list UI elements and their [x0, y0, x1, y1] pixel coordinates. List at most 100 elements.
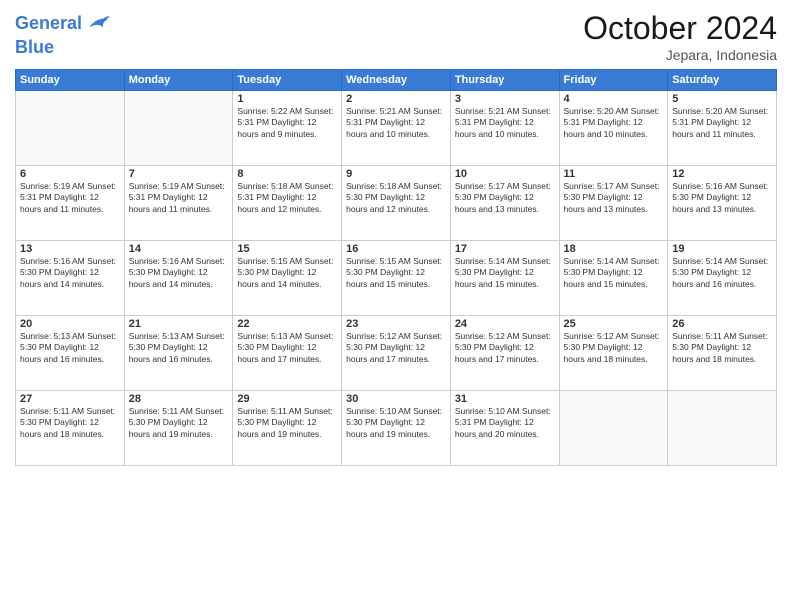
day-info: Sunrise: 5:14 AM Sunset: 5:30 PM Dayligh…: [564, 256, 664, 290]
header: General Blue October 2024 Jepara, Indone…: [15, 10, 777, 63]
day-info: Sunrise: 5:18 AM Sunset: 5:30 PM Dayligh…: [346, 181, 446, 215]
day-info: Sunrise: 5:17 AM Sunset: 5:30 PM Dayligh…: [455, 181, 555, 215]
title-area: October 2024 Jepara, Indonesia: [583, 10, 777, 63]
column-header-thursday: Thursday: [450, 70, 559, 91]
day-number: 30: [346, 393, 446, 405]
month-title: October 2024: [583, 10, 777, 47]
day-number: 7: [129, 168, 229, 180]
calendar-cell: 22Sunrise: 5:13 AM Sunset: 5:30 PM Dayli…: [233, 316, 342, 391]
day-number: 3: [455, 93, 555, 105]
calendar-cell: 8Sunrise: 5:18 AM Sunset: 5:31 PM Daylig…: [233, 166, 342, 241]
day-number: 17: [455, 243, 555, 255]
calendar-cell: 30Sunrise: 5:10 AM Sunset: 5:30 PM Dayli…: [342, 391, 451, 466]
calendar-cell: 4Sunrise: 5:20 AM Sunset: 5:31 PM Daylig…: [559, 91, 668, 166]
page: General Blue October 2024 Jepara, Indone…: [0, 0, 792, 612]
day-number: 5: [672, 93, 772, 105]
day-number: 15: [237, 243, 337, 255]
calendar-cell: [124, 91, 233, 166]
day-number: 6: [20, 168, 120, 180]
calendar-cell: 5Sunrise: 5:20 AM Sunset: 5:31 PM Daylig…: [668, 91, 777, 166]
calendar-cell: 10Sunrise: 5:17 AM Sunset: 5:30 PM Dayli…: [450, 166, 559, 241]
day-number: 16: [346, 243, 446, 255]
column-header-wednesday: Wednesday: [342, 70, 451, 91]
calendar-cell: 1Sunrise: 5:22 AM Sunset: 5:31 PM Daylig…: [233, 91, 342, 166]
calendar-cell: 27Sunrise: 5:11 AM Sunset: 5:30 PM Dayli…: [16, 391, 125, 466]
day-info: Sunrise: 5:19 AM Sunset: 5:31 PM Dayligh…: [129, 181, 229, 215]
day-info: Sunrise: 5:22 AM Sunset: 5:31 PM Dayligh…: [237, 106, 337, 140]
day-number: 24: [455, 318, 555, 330]
day-info: Sunrise: 5:19 AM Sunset: 5:31 PM Dayligh…: [20, 181, 120, 215]
day-info: Sunrise: 5:11 AM Sunset: 5:30 PM Dayligh…: [237, 406, 337, 440]
calendar-cell: 9Sunrise: 5:18 AM Sunset: 5:30 PM Daylig…: [342, 166, 451, 241]
calendar-cell: 6Sunrise: 5:19 AM Sunset: 5:31 PM Daylig…: [16, 166, 125, 241]
day-number: 13: [20, 243, 120, 255]
day-info: Sunrise: 5:14 AM Sunset: 5:30 PM Dayligh…: [455, 256, 555, 290]
location: Jepara, Indonesia: [583, 47, 777, 63]
calendar-cell: [668, 391, 777, 466]
column-header-monday: Monday: [124, 70, 233, 91]
column-header-tuesday: Tuesday: [233, 70, 342, 91]
day-info: Sunrise: 5:15 AM Sunset: 5:30 PM Dayligh…: [346, 256, 446, 290]
day-number: 12: [672, 168, 772, 180]
calendar-cell: 2Sunrise: 5:21 AM Sunset: 5:31 PM Daylig…: [342, 91, 451, 166]
calendar-header-row: SundayMondayTuesdayWednesdayThursdayFrid…: [16, 70, 777, 91]
day-number: 14: [129, 243, 229, 255]
day-number: 19: [672, 243, 772, 255]
day-number: 4: [564, 93, 664, 105]
calendar-cell: 28Sunrise: 5:11 AM Sunset: 5:30 PM Dayli…: [124, 391, 233, 466]
week-row-2: 6Sunrise: 5:19 AM Sunset: 5:31 PM Daylig…: [16, 166, 777, 241]
calendar-cell: [559, 391, 668, 466]
day-number: 22: [237, 318, 337, 330]
day-info: Sunrise: 5:10 AM Sunset: 5:31 PM Dayligh…: [455, 406, 555, 440]
calendar-cell: 19Sunrise: 5:14 AM Sunset: 5:30 PM Dayli…: [668, 241, 777, 316]
week-row-3: 13Sunrise: 5:16 AM Sunset: 5:30 PM Dayli…: [16, 241, 777, 316]
column-header-sunday: Sunday: [16, 70, 125, 91]
column-header-saturday: Saturday: [668, 70, 777, 91]
day-number: 29: [237, 393, 337, 405]
day-info: Sunrise: 5:20 AM Sunset: 5:31 PM Dayligh…: [672, 106, 772, 140]
calendar-cell: 24Sunrise: 5:12 AM Sunset: 5:30 PM Dayli…: [450, 316, 559, 391]
calendar-cell: 20Sunrise: 5:13 AM Sunset: 5:30 PM Dayli…: [16, 316, 125, 391]
calendar-cell: 3Sunrise: 5:21 AM Sunset: 5:31 PM Daylig…: [450, 91, 559, 166]
day-info: Sunrise: 5:13 AM Sunset: 5:30 PM Dayligh…: [20, 331, 120, 365]
day-number: 9: [346, 168, 446, 180]
day-info: Sunrise: 5:16 AM Sunset: 5:30 PM Dayligh…: [672, 181, 772, 215]
day-info: Sunrise: 5:21 AM Sunset: 5:31 PM Dayligh…: [346, 106, 446, 140]
calendar-cell: 12Sunrise: 5:16 AM Sunset: 5:30 PM Dayli…: [668, 166, 777, 241]
day-number: 27: [20, 393, 120, 405]
day-number: 20: [20, 318, 120, 330]
day-info: Sunrise: 5:20 AM Sunset: 5:31 PM Dayligh…: [564, 106, 664, 140]
calendar-cell: 23Sunrise: 5:12 AM Sunset: 5:30 PM Dayli…: [342, 316, 451, 391]
day-info: Sunrise: 5:13 AM Sunset: 5:30 PM Dayligh…: [129, 331, 229, 365]
calendar-cell: 18Sunrise: 5:14 AM Sunset: 5:30 PM Dayli…: [559, 241, 668, 316]
day-info: Sunrise: 5:16 AM Sunset: 5:30 PM Dayligh…: [20, 256, 120, 290]
week-row-4: 20Sunrise: 5:13 AM Sunset: 5:30 PM Dayli…: [16, 316, 777, 391]
day-number: 31: [455, 393, 555, 405]
day-number: 10: [455, 168, 555, 180]
calendar-cell: 31Sunrise: 5:10 AM Sunset: 5:31 PM Dayli…: [450, 391, 559, 466]
calendar-cell: 25Sunrise: 5:12 AM Sunset: 5:30 PM Dayli…: [559, 316, 668, 391]
column-header-friday: Friday: [559, 70, 668, 91]
calendar-cell: 14Sunrise: 5:16 AM Sunset: 5:30 PM Dayli…: [124, 241, 233, 316]
day-number: 8: [237, 168, 337, 180]
logo: General Blue: [15, 10, 112, 56]
calendar-table: SundayMondayTuesdayWednesdayThursdayFrid…: [15, 69, 777, 466]
day-number: 28: [129, 393, 229, 405]
day-info: Sunrise: 5:14 AM Sunset: 5:30 PM Dayligh…: [672, 256, 772, 290]
day-info: Sunrise: 5:10 AM Sunset: 5:30 PM Dayligh…: [346, 406, 446, 440]
day-info: Sunrise: 5:15 AM Sunset: 5:30 PM Dayligh…: [237, 256, 337, 290]
day-info: Sunrise: 5:17 AM Sunset: 5:30 PM Dayligh…: [564, 181, 664, 215]
logo-icon: [84, 10, 112, 38]
calendar-cell: 16Sunrise: 5:15 AM Sunset: 5:30 PM Dayli…: [342, 241, 451, 316]
day-number: 23: [346, 318, 446, 330]
calendar-cell: 21Sunrise: 5:13 AM Sunset: 5:30 PM Dayli…: [124, 316, 233, 391]
calendar-cell: [16, 91, 125, 166]
day-info: Sunrise: 5:11 AM Sunset: 5:30 PM Dayligh…: [20, 406, 120, 440]
calendar-cell: 29Sunrise: 5:11 AM Sunset: 5:30 PM Dayli…: [233, 391, 342, 466]
logo-text: General: [15, 14, 82, 34]
calendar-cell: 26Sunrise: 5:11 AM Sunset: 5:30 PM Dayli…: [668, 316, 777, 391]
day-number: 26: [672, 318, 772, 330]
day-number: 25: [564, 318, 664, 330]
day-info: Sunrise: 5:11 AM Sunset: 5:30 PM Dayligh…: [672, 331, 772, 365]
calendar-cell: 13Sunrise: 5:16 AM Sunset: 5:30 PM Dayli…: [16, 241, 125, 316]
